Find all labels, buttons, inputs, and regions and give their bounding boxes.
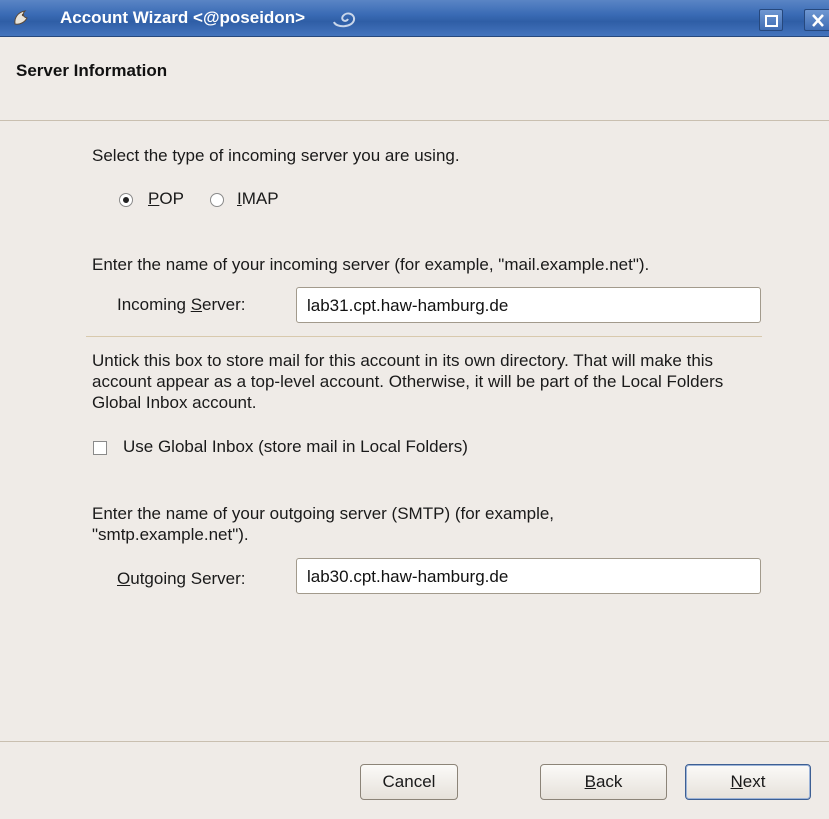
close-button[interactable]	[804, 9, 829, 31]
window-title: Account Wizard <@poseidon>	[60, 8, 306, 27]
wizard-header: Server Information	[0, 37, 829, 121]
outgoing-server-input[interactable]: lab30.cpt.haw-hamburg.de	[296, 558, 761, 594]
outgoing-server-prompt: Enter the name of your outgoing server (…	[92, 504, 555, 544]
imap-radio[interactable]	[210, 193, 224, 207]
pop-radio[interactable]	[119, 193, 133, 207]
global-inbox-description: Untick this box to store mail for this a…	[92, 351, 724, 412]
back-button[interactable]: Back	[540, 764, 667, 800]
global-inbox-label[interactable]: Use Global Inbox (store mail in Local Fo…	[123, 437, 468, 457]
incoming-type-prompt: Select the type of incoming server you a…	[92, 146, 460, 165]
section-separator	[86, 336, 762, 337]
title-bar[interactable]: Account Wizard <@poseidon>	[0, 0, 829, 37]
close-icon	[812, 14, 824, 27]
pop-label[interactable]: POP	[148, 189, 184, 209]
maximize-icon	[765, 15, 778, 27]
next-button[interactable]: Next	[685, 764, 811, 800]
incoming-server-prompt: Enter the name of your incoming server (…	[92, 255, 650, 274]
cancel-button[interactable]: Cancel	[360, 764, 458, 800]
outgoing-server-label: Outgoing Server:	[117, 569, 246, 588]
global-inbox-checkbox[interactable]	[93, 441, 107, 455]
radio-dot	[123, 197, 129, 203]
incoming-server-input[interactable]: lab31.cpt.haw-hamburg.de	[296, 287, 761, 323]
page-title: Server Information	[16, 61, 168, 80]
maximize-button[interactable]	[759, 9, 783, 31]
footer-separator	[0, 741, 829, 742]
incoming-server-label: Incoming Server:	[117, 295, 246, 314]
swirl-icon	[333, 12, 356, 28]
imap-label[interactable]: IMAP	[237, 189, 279, 209]
seamonkey-icon	[14, 10, 28, 25]
